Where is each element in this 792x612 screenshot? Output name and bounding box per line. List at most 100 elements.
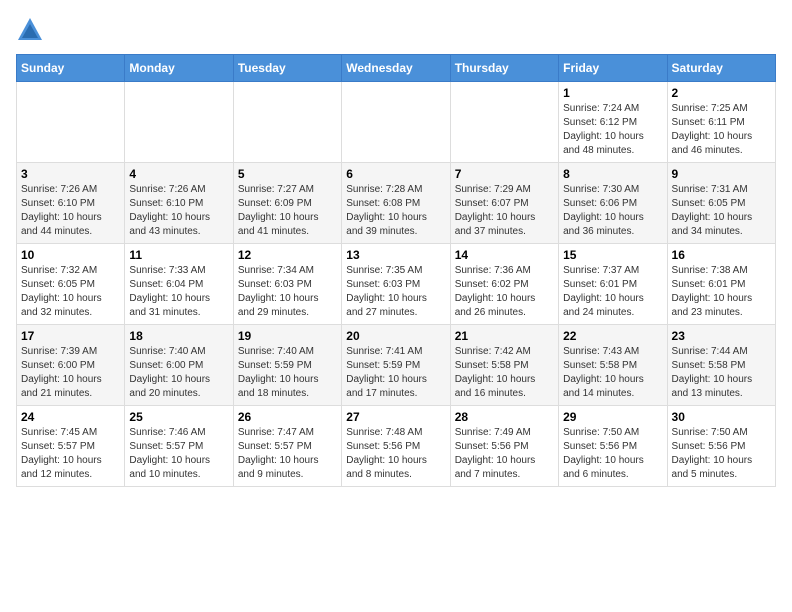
day-info: Sunrise: 7:36 AM Sunset: 6:02 PM Dayligh…: [455, 264, 554, 320]
calendar-cell: 17 Sunrise: 7:39 AM Sunset: 6:00 PM Dayli…: [17, 325, 125, 406]
day-number: 7: [455, 167, 554, 181]
calendar-cell: 25 Sunrise: 7:46 AM Sunset: 5:57 PM Dayli…: [125, 406, 233, 487]
day-info: Sunrise: 7:25 AM Sunset: 6:11 PM Dayligh…: [672, 102, 771, 158]
day-number: 20: [346, 329, 445, 343]
calendar-cell: [450, 82, 558, 163]
calendar-cell: 19 Sunrise: 7:40 AM Sunset: 5:59 PM Dayli…: [233, 325, 341, 406]
calendar-cell: 30 Sunrise: 7:50 AM Sunset: 5:56 PM Dayli…: [667, 406, 775, 487]
day-number: 11: [129, 248, 228, 262]
calendar-cell: 4 Sunrise: 7:26 AM Sunset: 6:10 PM Daylig…: [125, 163, 233, 244]
day-number: 9: [672, 167, 771, 181]
day-info: Sunrise: 7:48 AM Sunset: 5:56 PM Dayligh…: [346, 426, 445, 482]
day-info: Sunrise: 7:49 AM Sunset: 5:56 PM Dayligh…: [455, 426, 554, 482]
calendar-cell: [342, 82, 450, 163]
day-number: 24: [21, 410, 120, 424]
day-info: Sunrise: 7:34 AM Sunset: 6:03 PM Dayligh…: [238, 264, 337, 320]
day-number: 10: [21, 248, 120, 262]
day-info: Sunrise: 7:26 AM Sunset: 6:10 PM Dayligh…: [21, 183, 120, 239]
day-info: Sunrise: 7:29 AM Sunset: 6:07 PM Dayligh…: [455, 183, 554, 239]
calendar-header-row: SundayMondayTuesdayWednesdayThursdayFrid…: [17, 55, 776, 82]
calendar-cell: 20 Sunrise: 7:41 AM Sunset: 5:59 PM Dayli…: [342, 325, 450, 406]
day-info: Sunrise: 7:33 AM Sunset: 6:04 PM Dayligh…: [129, 264, 228, 320]
day-number: 8: [563, 167, 662, 181]
day-number: 17: [21, 329, 120, 343]
day-number: 2: [672, 86, 771, 100]
day-number: 16: [672, 248, 771, 262]
calendar-cell: 3 Sunrise: 7:26 AM Sunset: 6:10 PM Daylig…: [17, 163, 125, 244]
day-info: Sunrise: 7:35 AM Sunset: 6:03 PM Dayligh…: [346, 264, 445, 320]
day-of-week-header: Monday: [125, 55, 233, 82]
day-info: Sunrise: 7:30 AM Sunset: 6:06 PM Dayligh…: [563, 183, 662, 239]
day-number: 15: [563, 248, 662, 262]
day-info: Sunrise: 7:40 AM Sunset: 6:00 PM Dayligh…: [129, 345, 228, 401]
day-info: Sunrise: 7:45 AM Sunset: 5:57 PM Dayligh…: [21, 426, 120, 482]
day-number: 18: [129, 329, 228, 343]
day-number: 21: [455, 329, 554, 343]
day-info: Sunrise: 7:24 AM Sunset: 6:12 PM Dayligh…: [563, 102, 662, 158]
day-info: Sunrise: 7:41 AM Sunset: 5:59 PM Dayligh…: [346, 345, 445, 401]
day-number: 29: [563, 410, 662, 424]
day-info: Sunrise: 7:47 AM Sunset: 5:57 PM Dayligh…: [238, 426, 337, 482]
day-number: 4: [129, 167, 228, 181]
day-number: 6: [346, 167, 445, 181]
day-of-week-header: Wednesday: [342, 55, 450, 82]
calendar-cell: 15 Sunrise: 7:37 AM Sunset: 6:01 PM Dayli…: [559, 244, 667, 325]
calendar-cell: 27 Sunrise: 7:48 AM Sunset: 5:56 PM Dayli…: [342, 406, 450, 487]
day-info: Sunrise: 7:50 AM Sunset: 5:56 PM Dayligh…: [672, 426, 771, 482]
day-number: 13: [346, 248, 445, 262]
day-of-week-header: Friday: [559, 55, 667, 82]
day-number: 3: [21, 167, 120, 181]
calendar-cell: 2 Sunrise: 7:25 AM Sunset: 6:11 PM Daylig…: [667, 82, 775, 163]
calendar-cell: 26 Sunrise: 7:47 AM Sunset: 5:57 PM Dayli…: [233, 406, 341, 487]
day-info: Sunrise: 7:37 AM Sunset: 6:01 PM Dayligh…: [563, 264, 662, 320]
day-info: Sunrise: 7:27 AM Sunset: 6:09 PM Dayligh…: [238, 183, 337, 239]
day-info: Sunrise: 7:44 AM Sunset: 5:58 PM Dayligh…: [672, 345, 771, 401]
day-info: Sunrise: 7:43 AM Sunset: 5:58 PM Dayligh…: [563, 345, 662, 401]
calendar-cell: 10 Sunrise: 7:32 AM Sunset: 6:05 PM Dayli…: [17, 244, 125, 325]
day-number: 1: [563, 86, 662, 100]
calendar-week-row: 3 Sunrise: 7:26 AM Sunset: 6:10 PM Daylig…: [17, 163, 776, 244]
day-number: 30: [672, 410, 771, 424]
day-number: 26: [238, 410, 337, 424]
day-of-week-header: Tuesday: [233, 55, 341, 82]
calendar-table: SundayMondayTuesdayWednesdayThursdayFrid…: [16, 54, 776, 487]
day-number: 19: [238, 329, 337, 343]
calendar-week-row: 1 Sunrise: 7:24 AM Sunset: 6:12 PM Daylig…: [17, 82, 776, 163]
calendar-cell: 9Sunrise: 7:31 AM Sunset: 6:05 PM Daylig…: [667, 163, 775, 244]
calendar-cell: 28 Sunrise: 7:49 AM Sunset: 5:56 PM Dayli…: [450, 406, 558, 487]
day-info: Sunrise: 7:50 AM Sunset: 5:56 PM Dayligh…: [563, 426, 662, 482]
day-info: Sunrise: 7:38 AM Sunset: 6:01 PM Dayligh…: [672, 264, 771, 320]
calendar-cell: 13 Sunrise: 7:35 AM Sunset: 6:03 PM Dayli…: [342, 244, 450, 325]
day-number: 25: [129, 410, 228, 424]
calendar-cell: 16 Sunrise: 7:38 AM Sunset: 6:01 PM Dayli…: [667, 244, 775, 325]
day-info: Sunrise: 7:28 AM Sunset: 6:08 PM Dayligh…: [346, 183, 445, 239]
calendar-cell: 1 Sunrise: 7:24 AM Sunset: 6:12 PM Daylig…: [559, 82, 667, 163]
day-number: 23: [672, 329, 771, 343]
day-number: 12: [238, 248, 337, 262]
calendar-cell: 7 Sunrise: 7:29 AM Sunset: 6:07 PM Daylig…: [450, 163, 558, 244]
day-of-week-header: Sunday: [17, 55, 125, 82]
day-info: Sunrise: 7:39 AM Sunset: 6:00 PM Dayligh…: [21, 345, 120, 401]
calendar-cell: 14Sunrise: 7:36 AM Sunset: 6:02 PM Dayli…: [450, 244, 558, 325]
day-number: 27: [346, 410, 445, 424]
calendar-cell: 29 Sunrise: 7:50 AM Sunset: 5:56 PM Dayli…: [559, 406, 667, 487]
calendar-cell: [17, 82, 125, 163]
day-of-week-header: Thursday: [450, 55, 558, 82]
calendar-cell: [233, 82, 341, 163]
calendar-cell: 11 Sunrise: 7:33 AM Sunset: 6:04 PM Dayli…: [125, 244, 233, 325]
day-number: 5: [238, 167, 337, 181]
calendar-week-row: 17 Sunrise: 7:39 AM Sunset: 6:00 PM Dayli…: [17, 325, 776, 406]
day-info: Sunrise: 7:46 AM Sunset: 5:57 PM Dayligh…: [129, 426, 228, 482]
logo: [16, 16, 48, 44]
calendar-cell: 23 Sunrise: 7:44 AM Sunset: 5:58 PM Dayli…: [667, 325, 775, 406]
calendar-week-row: 10 Sunrise: 7:32 AM Sunset: 6:05 PM Dayli…: [17, 244, 776, 325]
calendar-cell: 18 Sunrise: 7:40 AM Sunset: 6:00 PM Dayli…: [125, 325, 233, 406]
day-number: 28: [455, 410, 554, 424]
calendar-cell: 12 Sunrise: 7:34 AM Sunset: 6:03 PM Dayli…: [233, 244, 341, 325]
calendar-cell: 21Sunrise: 7:42 AM Sunset: 5:58 PM Dayli…: [450, 325, 558, 406]
day-info: Sunrise: 7:40 AM Sunset: 5:59 PM Dayligh…: [238, 345, 337, 401]
day-info: Sunrise: 7:32 AM Sunset: 6:05 PM Dayligh…: [21, 264, 120, 320]
calendar-cell: 22Sunrise: 7:43 AM Sunset: 5:58 PM Dayli…: [559, 325, 667, 406]
day-info: Sunrise: 7:26 AM Sunset: 6:10 PM Dayligh…: [129, 183, 228, 239]
calendar-cell: 24 Sunrise: 7:45 AM Sunset: 5:57 PM Dayli…: [17, 406, 125, 487]
